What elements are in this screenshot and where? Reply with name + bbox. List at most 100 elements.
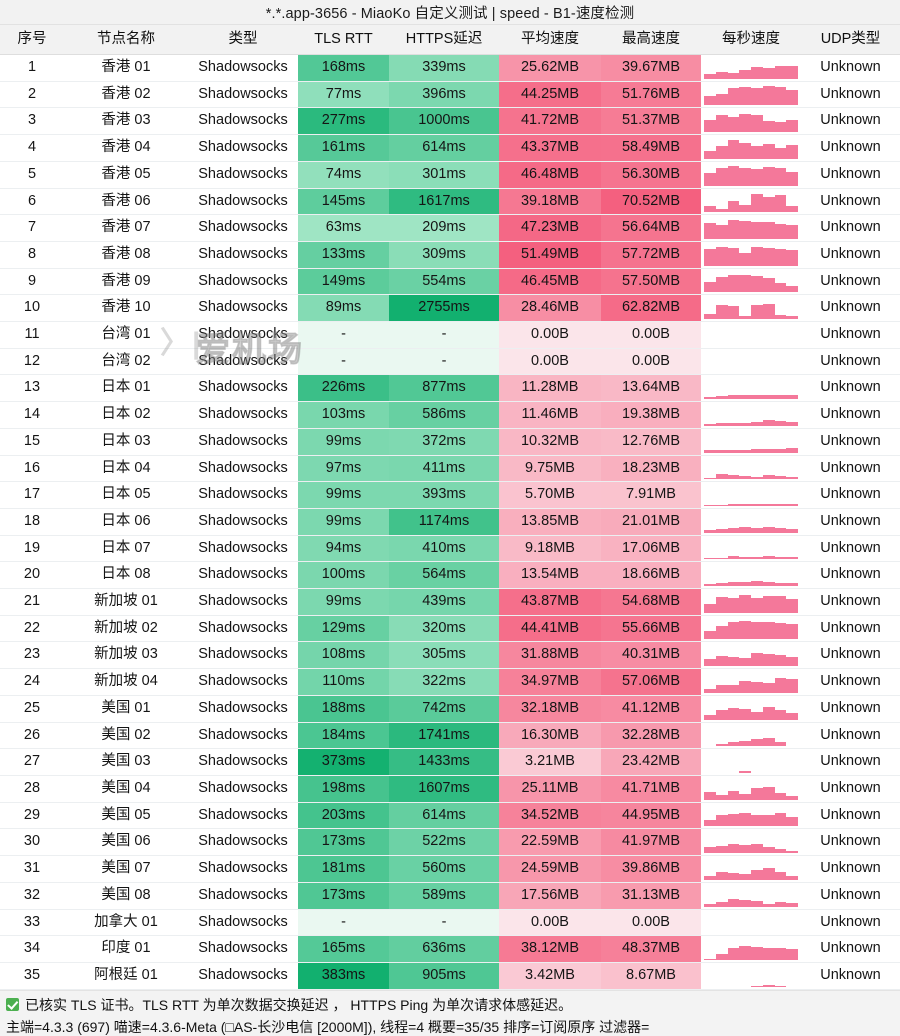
sparkline-bar (762, 247, 775, 266)
cell-udp-type: Unknown (801, 321, 900, 349)
table-row[interactable]: 26 美国 02 Shadowsocks 184ms 1741ms 16.30MB 32.2… (0, 722, 900, 750)
cell-node-name: 香港 03 (64, 107, 188, 136)
sparkline-bar (751, 985, 763, 987)
sparkline-bar (774, 87, 787, 106)
cell-node-name: 香港 07 (64, 214, 188, 242)
table-row[interactable]: 10 香港 10 Shadowsocks 89ms 2755ms 28.46MB 62.82… (0, 294, 900, 323)
table-row[interactable]: 21 新加坡 01 Shadowsocks 99ms 439ms 43.87MB 54.68… (0, 588, 900, 616)
cell-udp-type: Unknown (801, 909, 900, 937)
column-header-https[interactable]: HTTPS延迟 (389, 25, 499, 55)
sparkline-bar (751, 597, 763, 613)
column-header-idx[interactable]: 序号 (0, 25, 64, 55)
cell-type: Shadowsocks (188, 481, 298, 509)
table-row[interactable]: 17 日本 05 Shadowsocks 99ms 393ms 5.70MB 7.91MB U… (0, 481, 900, 509)
cell-udp-type: Unknown (801, 828, 900, 857)
table-row[interactable]: 13 日本 01 Shadowsocks 226ms 877ms 11.28MB 13.64… (0, 374, 900, 403)
cell-https-latency: 564ms (389, 561, 499, 590)
table-row[interactable]: 23 新加坡 03 Shadowsocks 108ms 305ms 31.88MB 40.3… (0, 641, 900, 670)
table-row[interactable]: 2 香港 02 Shadowsocks 77ms 396ms 44.25MB 51.76MB… (0, 81, 900, 109)
sparkline-bar (774, 421, 787, 426)
cell-max-speed: 0.00B (601, 909, 701, 937)
cell-avg-speed: 43.87MB (499, 588, 601, 616)
table-row[interactable]: 4 香港 04 Shadowsocks 161ms 614ms 43.37MB 58.49M… (0, 134, 900, 162)
cell-type: Shadowsocks (188, 802, 298, 830)
sparkline-bar (704, 505, 716, 506)
cell-index: 18 (0, 508, 64, 536)
sparkline-bar (715, 72, 728, 79)
cell-max-speed: 19.38MB (601, 401, 701, 429)
table-row[interactable]: 16 日本 04 Shadowsocks 97ms 411ms 9.75MB 18.23MB… (0, 455, 900, 483)
sparkline-bar (762, 221, 775, 239)
table-row[interactable]: 34 印度 01 Shadowsocks 165ms 636ms 38.12MB 48.37… (0, 935, 900, 963)
table-row[interactable]: 35 阿根廷 01 Shadowsocks 383ms 905ms 3.42MB 8.67M… (0, 962, 900, 990)
column-header-name[interactable]: 节点名称 (64, 25, 188, 55)
column-header-avg[interactable]: 平均速度 (499, 25, 601, 55)
column-header-spark[interactable]: 每秒速度 (701, 25, 801, 55)
cell-tls-rtt: 161ms (298, 134, 389, 162)
sparkline-bar (762, 527, 775, 533)
cell-node-name: 香港 08 (64, 241, 188, 269)
cell-node-name: 美国 08 (64, 882, 188, 910)
table-row[interactable]: 25 美国 01 Shadowsocks 188ms 742ms 32.18MB 41.12… (0, 695, 900, 723)
table-row[interactable]: 29 美国 05 Shadowsocks 203ms 614ms 34.52MB 44.95… (0, 802, 900, 830)
cell-avg-speed: 32.18MB (499, 695, 601, 723)
cell-tls-rtt: 133ms (298, 241, 389, 269)
cell-udp-type: Unknown (801, 748, 900, 776)
table-row[interactable]: 31 美国 07 Shadowsocks 181ms 560ms 24.59MB 39.86… (0, 855, 900, 883)
sparkline-bar (739, 657, 751, 667)
cell-avg-speed: 46.45MB (499, 268, 601, 296)
sparkline-bar (739, 113, 751, 133)
table-row[interactable]: 9 香港 09 Shadowsocks 149ms 554ms 46.45MB 57.50M… (0, 268, 900, 296)
sparkline-bar (774, 65, 787, 79)
table-row[interactable]: 30 美国 06 Shadowsocks 173ms 522ms 22.59MB 41.97… (0, 828, 900, 857)
cell-index: 29 (0, 802, 64, 830)
table-body: 1 香港 01 Shadowsocks 168ms 339ms 25.62MB 39.67M… (0, 54, 900, 990)
table-row[interactable]: 6 香港 06 Shadowsocks 145ms 1617ms 39.18MB 70.52… (0, 188, 900, 216)
sparkline-bar (762, 395, 775, 400)
table-row[interactable]: 15 日本 03 Shadowsocks 99ms 372ms 10.32MB 12.76M… (0, 428, 900, 456)
cell-per-second-speed-sparkline (701, 134, 801, 162)
cell-node-name: 日本 03 (64, 428, 188, 456)
table-row[interactable]: 20 日本 08 Shadowsocks 100ms 564ms 13.54MB 18.66… (0, 561, 900, 590)
table-row[interactable]: 22 新加坡 02 Shadowsocks 129ms 320ms 44.41MB 55.6… (0, 615, 900, 643)
table-row[interactable]: 24 新加坡 04 Shadowsocks 110ms 322ms 34.97MB 57.0… (0, 668, 900, 696)
table-row[interactable]: 12 台湾 02 Shadowsocks - -0.00B 0.00B Unknown (0, 348, 900, 376)
cell-index: 10 (0, 294, 64, 323)
cell-udp-type: Unknown (801, 107, 900, 136)
table-row[interactable]: 32 美国 08 Shadowsocks 173ms 589ms 17.56MB 31.13… (0, 882, 900, 910)
table-row[interactable]: 11 台湾 01 Shadowsocks - -0.00B 0.00B Unknown (0, 321, 900, 349)
sparkline-bar (715, 115, 728, 133)
table-row[interactable]: 27 美国 03 Shadowsocks 373ms 1433ms 3.21MB 23.42… (0, 748, 900, 776)
cell-max-speed: 57.06MB (601, 668, 701, 696)
cell-index: 13 (0, 374, 64, 403)
sparkline-bar (704, 73, 716, 79)
table-row[interactable]: 1 香港 01 Shadowsocks 168ms 339ms 25.62MB 39.67M… (0, 54, 900, 82)
sparkline-bar (715, 901, 728, 907)
sparkline-bar (739, 741, 751, 747)
sparkline-bar (704, 603, 716, 613)
column-header-rtt[interactable]: TLS RTT (298, 25, 389, 55)
column-header-max[interactable]: 最高速度 (601, 25, 701, 55)
table-row[interactable]: 18 日本 06 Shadowsocks 99ms 1174ms 13.85MB 21.01… (0, 508, 900, 536)
table-row[interactable]: 8 香港 08 Shadowsocks 133ms 309ms 51.49MB 57.72M… (0, 241, 900, 269)
sparkline-bar (739, 449, 751, 453)
sparkline-bar (774, 710, 787, 720)
table-row[interactable]: 3 香港 03 Shadowsocks 277ms 1000ms 41.72MB 51.37… (0, 107, 900, 136)
cell-max-speed: 0.00B (601, 348, 701, 376)
table-row[interactable]: 7 香港 07 Shadowsocks 63ms 209ms 47.23MB 56.64MB… (0, 214, 900, 242)
cell-avg-speed: 3.42MB (499, 962, 601, 990)
cell-udp-type: Unknown (801, 214, 900, 242)
table-row[interactable]: 5 香港 05 Shadowsocks 74ms 301ms 46.48MB 56.30MB… (0, 161, 900, 189)
sparkline-bar (739, 316, 751, 320)
sparkline-bar (727, 140, 740, 159)
cell-avg-speed: 41.72MB (499, 107, 601, 136)
table-row[interactable]: 19 日本 07 Shadowsocks 94ms 410ms 9.18MB 17.06MB… (0, 535, 900, 563)
cell-udp-type: Unknown (801, 668, 900, 696)
table-row[interactable]: 33 加拿大 01 Shadowsocks - -0.00B 0.00B Unknown (0, 909, 900, 937)
table-row[interactable]: 14 日本 02 Shadowsocks 103ms 586ms 11.46MB 19.38… (0, 401, 900, 429)
sparkline-bar (715, 557, 728, 560)
column-header-udp[interactable]: UDP类型 (801, 25, 900, 55)
column-header-type[interactable]: 类型 (188, 25, 298, 55)
cell-https-latency: 305ms (389, 641, 499, 670)
table-row[interactable]: 28 美国 04 Shadowsocks 198ms 1607ms 25.11MB 41.7… (0, 775, 900, 803)
